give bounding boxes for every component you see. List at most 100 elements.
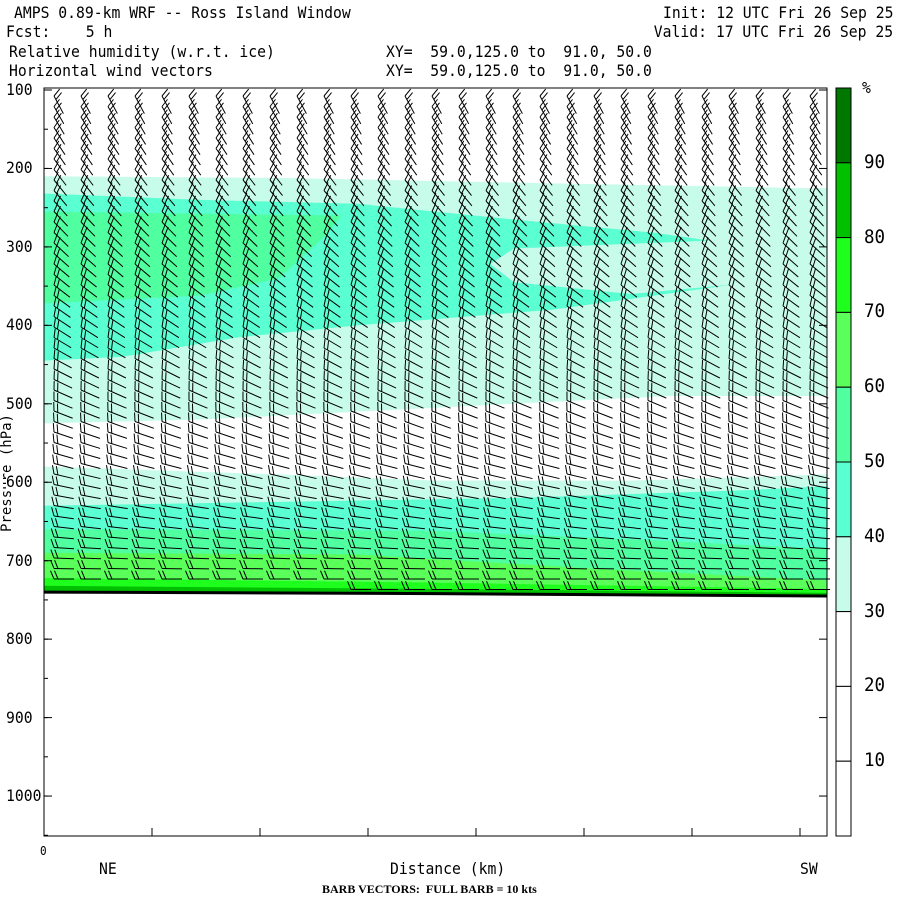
barb-line	[430, 422, 433, 433]
barb-line	[354, 361, 356, 371]
barb-line	[241, 444, 244, 454]
barb-line	[191, 434, 194, 444]
wind-barb	[403, 454, 425, 470]
barb-line	[79, 454, 82, 464]
barb-line	[510, 465, 514, 475]
barb-line	[52, 422, 55, 433]
barb-line	[214, 422, 217, 433]
barb-line	[457, 444, 460, 454]
barb-line	[593, 171, 599, 181]
barb-line	[272, 424, 275, 434]
barb-line	[268, 433, 271, 443]
wind-barb	[673, 433, 695, 449]
wind-barb	[538, 454, 560, 470]
wind-barb	[376, 444, 398, 459]
wind-barb	[673, 444, 695, 459]
barb-line	[568, 465, 572, 475]
barb-line	[403, 444, 406, 454]
barb-line	[350, 410, 370, 419]
barb-line	[595, 92, 602, 100]
barb-line	[352, 465, 356, 475]
barb-line	[730, 465, 734, 475]
barb-line	[703, 465, 707, 475]
barb-line	[651, 361, 653, 371]
barb-line	[650, 455, 653, 465]
wind-barb	[592, 444, 614, 459]
barb-line	[403, 454, 406, 464]
barb-line	[349, 454, 352, 464]
barb-line	[565, 433, 568, 443]
barb-line	[597, 361, 599, 371]
barb-line	[161, 88, 169, 97]
barb-line	[566, 359, 569, 370]
barb-line	[569, 434, 572, 444]
wind-barb	[295, 454, 317, 470]
barb-line	[704, 445, 707, 455]
barb-line	[402, 465, 406, 475]
barb-line	[133, 444, 136, 454]
barb-line	[215, 359, 218, 370]
barb-line	[240, 465, 244, 475]
barb-line	[676, 92, 683, 100]
barb-line	[56, 455, 59, 465]
wind-barb	[700, 433, 722, 449]
barb-line	[322, 433, 325, 443]
barb-line	[672, 465, 676, 475]
barb-line	[434, 455, 437, 465]
wind-barb	[268, 454, 290, 470]
barb-line	[592, 422, 595, 433]
barb-line	[461, 434, 464, 444]
barb-line	[646, 422, 649, 433]
wind-barb	[133, 454, 155, 470]
wind-barb	[241, 444, 263, 459]
barb-line	[591, 465, 595, 475]
barb-line	[458, 410, 478, 419]
barb-line	[511, 454, 514, 464]
barb-line	[592, 454, 595, 464]
wind-barb	[619, 444, 641, 459]
barb-line	[299, 434, 302, 444]
barb-line	[325, 465, 329, 475]
barb-line	[701, 400, 721, 409]
barb-line	[404, 410, 424, 419]
wind-barb	[322, 454, 344, 470]
barb-line	[404, 171, 410, 181]
barb-line	[542, 445, 545, 455]
barb-line	[272, 434, 275, 444]
barb-line	[539, 171, 545, 181]
barb-line	[106, 454, 109, 464]
barb-line	[192, 361, 194, 371]
barb-line	[620, 400, 640, 409]
wind-barb	[511, 433, 533, 449]
wind-barb	[727, 444, 749, 459]
barb-line	[164, 455, 167, 465]
barb-line	[618, 465, 622, 475]
barb-line	[596, 455, 599, 465]
barb-line	[83, 424, 86, 434]
barb-line	[431, 88, 439, 97]
cross-section-plot	[43, 87, 852, 837]
barb-line	[106, 433, 109, 443]
barb-line	[488, 174, 494, 184]
wind-barb	[457, 433, 479, 449]
wind-barb	[160, 454, 182, 470]
wind-barb	[457, 454, 479, 470]
barb-line	[623, 455, 626, 465]
barb-line	[137, 455, 140, 465]
barb-line	[299, 455, 302, 465]
barb-line	[727, 444, 730, 454]
barb-line	[326, 434, 329, 444]
barb-line	[352, 92, 359, 100]
barb-line	[53, 359, 56, 370]
barb-line	[326, 424, 329, 434]
barb-line	[650, 424, 653, 434]
wind-barb	[645, 465, 668, 480]
barb-line	[701, 171, 707, 181]
barb-line	[56, 434, 59, 444]
barb-line	[322, 422, 325, 433]
barb-line	[79, 433, 82, 443]
barb-line	[218, 424, 221, 434]
barb-line	[55, 92, 62, 100]
barb-line	[134, 88, 142, 97]
barb-line	[298, 465, 302, 475]
